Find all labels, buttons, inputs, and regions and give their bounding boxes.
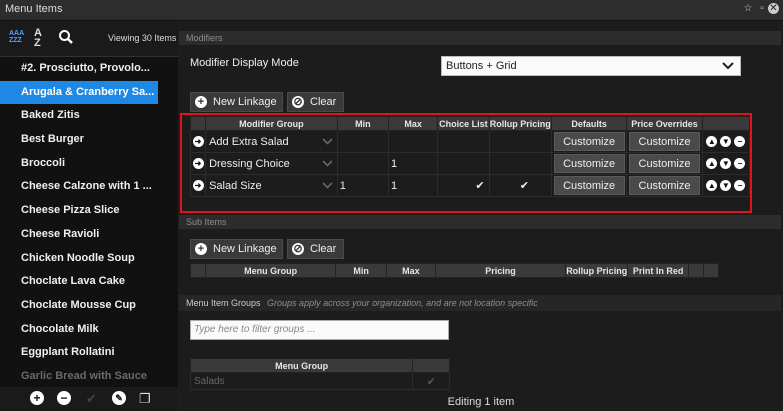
sort-az-icon[interactable]: AZ: [34, 28, 42, 49]
search-icon[interactable]: [58, 29, 74, 45]
highlight-box: [180, 113, 752, 213]
list-item[interactable]: Choclate Lava Cake: [0, 270, 178, 294]
list-item-label: Chocolate Milk: [21, 322, 99, 335]
add-icon[interactable]: +: [30, 391, 44, 405]
plus-icon: +: [195, 243, 207, 255]
copy-icon[interactable]: ❐: [139, 391, 153, 406]
modifiers-header: Modifiers: [179, 31, 781, 45]
table-header: Menu Group Min Max Pricing Rollup Pricin…: [190, 263, 719, 278]
new-linkage-button[interactable]: + New Linkage: [190, 92, 283, 112]
col-header: Pricing: [434, 263, 567, 278]
clear-button[interactable]: ⊘ Clear: [287, 92, 344, 112]
list-item-label: Garlic Bread with Sauce: [21, 369, 147, 382]
sub-items-header: Sub Items: [179, 215, 781, 229]
list-item[interactable]: Broccoli: [0, 152, 178, 176]
menu-item-list: #2. Prosciutto, Provolo... Arugala & Cran…: [0, 57, 178, 389]
list-item[interactable]: Chocolate Milk: [0, 318, 178, 342]
groups-table: Menu Group Salads ✔: [189, 358, 450, 390]
list-item-label: Choclate Mousse Cup: [21, 298, 136, 311]
item-count: Viewing 30 Items: [108, 33, 177, 43]
col-header: Menu Group: [204, 263, 337, 278]
list-item[interactable]: Chicken Noodle Soup: [0, 247, 178, 271]
sub-new-linkage-button[interactable]: + New Linkage: [190, 239, 283, 259]
col-header: Max: [386, 263, 436, 278]
list-item-label: Baked Zitis: [21, 109, 80, 122]
chevron-down-icon: [722, 62, 734, 70]
table-header: Menu Group: [189, 358, 450, 373]
list-item[interactable]: Cheese Calzone with 1 ...: [0, 175, 178, 199]
edit-icon[interactable]: ✎: [112, 391, 126, 405]
list-item[interactable]: Garlic Bread with Sauce: [0, 365, 178, 389]
groups-header: Menu Item Groups Groups apply across you…: [179, 295, 781, 311]
list-item-label: #2. Prosciutto, Provolo...: [21, 62, 150, 74]
clear-icon: ⊘: [292, 96, 304, 108]
plus-icon: +: [195, 96, 207, 108]
pin-icon[interactable]: ☆: [742, 3, 754, 15]
list-item-label: Chicken Noodle Soup: [21, 251, 135, 264]
check-icon: ✔: [86, 391, 97, 406]
close-icon[interactable]: ✕: [768, 3, 779, 14]
clear-icon: ⊘: [292, 243, 304, 255]
window-titlebar: Menu Items ☆ ▫ ✕: [0, 0, 783, 21]
list-item[interactable]: Choclate Mousse Cup: [0, 294, 178, 318]
display-mode-value: Buttons + Grid: [446, 60, 517, 72]
list-item-label: Arugala & Cranberry Sa...: [21, 85, 155, 98]
list-item[interactable]: Baked Zitis: [0, 104, 178, 128]
col-header: Menu Group: [189, 358, 414, 373]
display-mode-label: Modifier Display Mode: [190, 57, 299, 69]
sub-clear-button[interactable]: ⊘ Clear: [287, 239, 344, 259]
sort-alpha-icon[interactable]: AAA ZZZ: [9, 30, 25, 44]
groups-title: Menu Item Groups: [186, 298, 261, 308]
sub-items-table: Menu Group Min Max Pricing Rollup Pricin…: [190, 263, 719, 278]
window-title: Menu Items: [5, 3, 63, 15]
list-item-label: Broccoli: [21, 156, 66, 169]
list-item[interactable]: Arugala & Cranberry Sa...✔: [0, 80, 158, 105]
list-item-label: Choclate Lava Cake: [21, 275, 125, 288]
col-header: Rollup Pricing: [565, 263, 629, 278]
sidebar: AAA ZZZ AZ Viewing 30 Items #2. Prosciutt…: [0, 21, 178, 411]
list-item-label: Cheese Calzone with 1 ...: [21, 180, 152, 193]
table-row[interactable]: Salads ✔: [189, 372, 450, 390]
list-item-label: Cheese Ravioli: [21, 227, 100, 240]
list-item[interactable]: Eggplant Rollatini: [0, 341, 178, 365]
group-check[interactable]: ✔: [412, 372, 450, 390]
groups-note: Groups apply across your organization, a…: [267, 298, 538, 308]
list-item[interactable]: Cheese Ravioli: [0, 223, 178, 247]
maximize-icon[interactable]: ▫: [756, 3, 768, 15]
group-name: Salads: [189, 372, 414, 390]
group-filter-input[interactable]: Type here to filter groups ...: [190, 320, 449, 340]
display-mode-select[interactable]: Buttons + Grid: [441, 56, 741, 76]
col-header: Print In Red: [627, 263, 690, 278]
list-item-label: Eggplant Rollatini: [21, 346, 115, 359]
sidebar-bottom-toolbar: + − ✔ ✎ ❐: [0, 387, 178, 411]
col-header: Min: [335, 263, 388, 278]
list-item-label: Cheese Pizza Slice: [21, 204, 120, 217]
status-bar: Editing 1 item: [179, 394, 783, 411]
list-item-label: Best Burger: [21, 133, 84, 146]
sidebar-toolbar: AAA ZZZ AZ Viewing 30 Items: [0, 21, 178, 57]
remove-icon[interactable]: −: [57, 391, 71, 405]
list-item[interactable]: Best Burger: [0, 128, 178, 152]
list-item[interactable]: Cheese Pizza Slice: [0, 199, 178, 223]
list-item[interactable]: #2. Prosciutto, Provolo...: [0, 57, 178, 81]
main-panel: Modifiers Modifier Display Mode Buttons …: [179, 21, 783, 411]
